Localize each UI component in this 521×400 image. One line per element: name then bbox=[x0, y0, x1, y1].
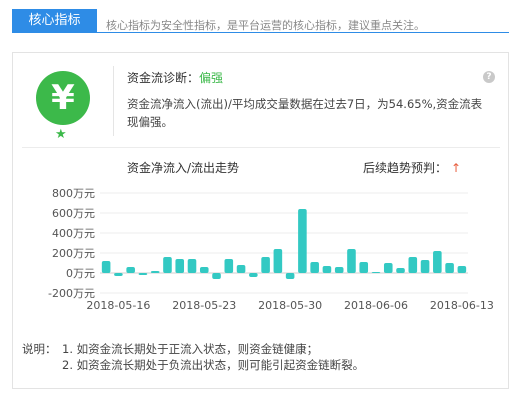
x-tick-label: 2018-06-13 bbox=[430, 299, 494, 312]
tab-description: 核心指标为安全性指标，是平台运营的核心指标，建议重点关注。 bbox=[106, 19, 425, 32]
chart-bar bbox=[396, 268, 405, 273]
chart-bar bbox=[114, 273, 123, 276]
x-tick-label: 2018-05-16 bbox=[86, 299, 150, 312]
y-tick-label: 0万元 bbox=[66, 267, 95, 280]
chart-bar bbox=[457, 266, 467, 273]
yen-icon: ¥ bbox=[36, 71, 90, 125]
fund-flow-chart: 800万元600万元400万元200万元0万元-200万元2018-05-16 2… bbox=[48, 187, 494, 312]
chart-bar bbox=[371, 272, 381, 273]
y-tick-label: 600万元 bbox=[52, 207, 95, 220]
tab-core-metrics[interactable]: 核心指标 bbox=[12, 9, 97, 32]
trend-forecast: 后续趋势预判： ↑ bbox=[363, 159, 461, 176]
star-icon: ★ bbox=[55, 127, 67, 142]
chart-bar bbox=[249, 273, 258, 277]
chart-bar bbox=[150, 271, 160, 273]
chart-bar bbox=[383, 263, 393, 273]
chart-bar bbox=[273, 249, 283, 273]
chart-bar bbox=[138, 273, 148, 275]
chart-bar bbox=[347, 249, 356, 273]
chart-bar bbox=[322, 266, 332, 273]
diagnosis-detail: 资金流净流入(流出)/平均成交量数据在过去7日，为54.65%,资金流表现偏强。 bbox=[127, 97, 483, 129]
chart-title: 资金净流入/流出走势 bbox=[127, 161, 240, 175]
chart-bar bbox=[163, 257, 172, 273]
chart-bar bbox=[285, 273, 295, 279]
trend-up-arrow-icon: ↑ bbox=[451, 161, 462, 175]
chart-bar bbox=[187, 259, 197, 273]
chart-bar bbox=[310, 262, 319, 273]
diagnosis-label: 资金流诊断： bbox=[127, 71, 200, 85]
chart-bar bbox=[334, 267, 344, 273]
chart-bar bbox=[408, 257, 418, 273]
diagnosis-value: 偏强 bbox=[199, 71, 224, 85]
note-item: 2. 如资金流长期处于负流出状态，则可能引起资金链断裂。 bbox=[62, 358, 365, 372]
chart-bar bbox=[420, 260, 430, 273]
notes-label: 说明： bbox=[22, 342, 57, 356]
y-tick-label: 800万元 bbox=[52, 187, 95, 200]
chart-bar bbox=[236, 265, 246, 273]
section-divider bbox=[22, 147, 500, 148]
chart-bar bbox=[224, 259, 234, 273]
diagnosis-line: 资金流诊断：偏强 bbox=[127, 69, 223, 86]
chart-bar bbox=[445, 263, 454, 273]
chart-bar bbox=[126, 267, 135, 273]
x-tick-label: 2018-05-30 bbox=[258, 299, 322, 312]
chart-bar bbox=[175, 259, 185, 273]
chart-bar bbox=[101, 261, 111, 273]
x-tick-label: 2018-05-23 bbox=[172, 299, 236, 312]
chart-bar bbox=[433, 251, 442, 273]
x-tick-label: 2018-06-06 bbox=[344, 299, 408, 312]
vertical-divider bbox=[113, 66, 114, 136]
note-item: 1. 如资金流长期处于正流入状态，则资金链健康； bbox=[62, 342, 319, 356]
chart-bar bbox=[199, 267, 209, 273]
y-tick-label: 200万元 bbox=[52, 247, 95, 260]
chart-bar bbox=[359, 262, 369, 273]
help-icon[interactable]: ? bbox=[483, 71, 495, 83]
chart-bar bbox=[212, 273, 221, 279]
y-tick-label: 400万元 bbox=[52, 227, 95, 240]
trend-label: 后续趋势预判： bbox=[363, 161, 448, 175]
chart-bar bbox=[298, 209, 307, 273]
chart-bar bbox=[261, 257, 270, 273]
